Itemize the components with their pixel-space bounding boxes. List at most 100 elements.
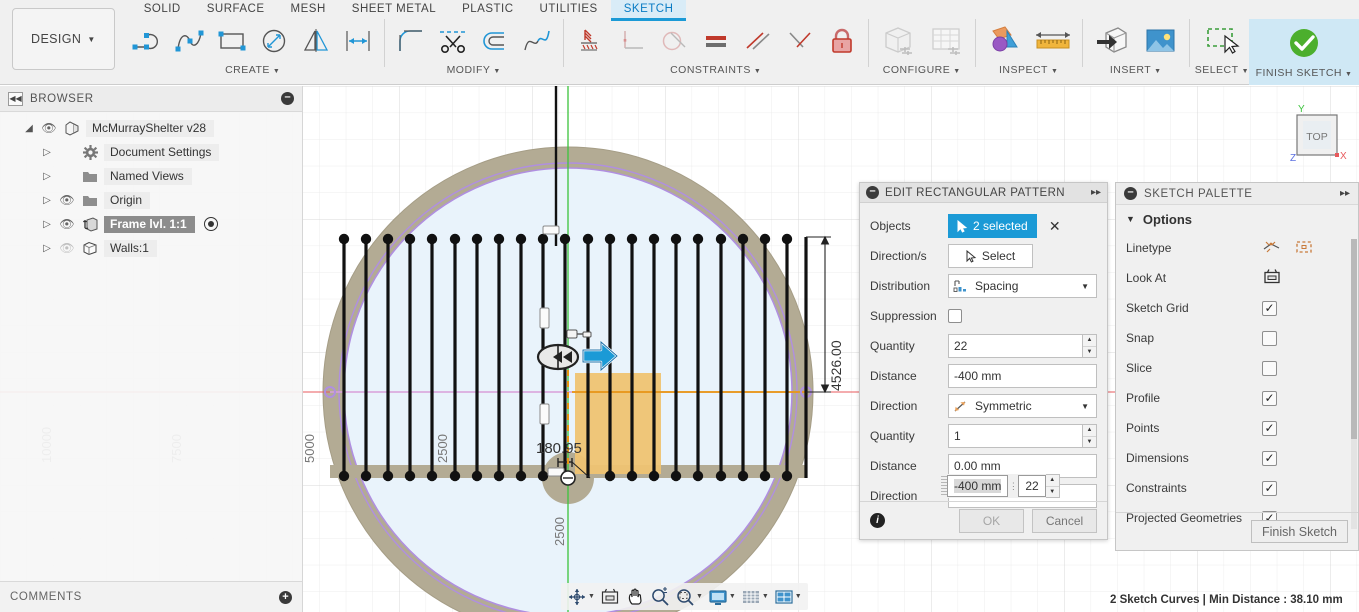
clear-objects-icon[interactable]: ✕ bbox=[1048, 218, 1062, 235]
suppression-checkbox[interactable] bbox=[948, 309, 962, 323]
tree-item-walls[interactable]: ▷ 👁 Walls:1 bbox=[0, 236, 302, 260]
double-chevron-right-icon[interactable]: ▸▸ bbox=[1340, 188, 1350, 199]
viewports-icon[interactable] bbox=[772, 585, 796, 609]
equal-icon[interactable] bbox=[695, 21, 737, 61]
trim-icon[interactable] bbox=[432, 21, 474, 61]
chevron-down-icon[interactable]: ▼ bbox=[1345, 71, 1352, 78]
palette-scrollbar[interactable] bbox=[1351, 239, 1357, 529]
points-checkbox[interactable] bbox=[1262, 420, 1277, 436]
zoom-icon[interactable] bbox=[648, 585, 672, 609]
insert-image-icon[interactable] bbox=[1136, 21, 1184, 61]
inline-distance-input[interactable]: -400 mm bbox=[947, 475, 1009, 497]
midpoint-icon[interactable] bbox=[779, 21, 821, 61]
section-analysis-icon[interactable] bbox=[981, 21, 1029, 61]
expander-collapsed-icon[interactable]: ▷ bbox=[40, 195, 54, 206]
chevron-down-icon[interactable]: ▼ bbox=[754, 68, 761, 75]
stepper-down-icon[interactable]: ▼ bbox=[1046, 487, 1059, 498]
break-curve-icon[interactable] bbox=[516, 21, 558, 61]
expander-collapsed-icon[interactable]: ▷ bbox=[40, 147, 54, 158]
stepper-down-icon[interactable]: ▼ bbox=[1083, 347, 1096, 358]
tree-item-origin[interactable]: ▷ 👁 Origin bbox=[0, 188, 302, 212]
slice-checkbox[interactable] bbox=[1262, 360, 1277, 376]
pan-icon[interactable] bbox=[623, 585, 647, 609]
snap-checkbox[interactable] bbox=[1262, 330, 1277, 346]
fix-constraint-icon[interactable] bbox=[569, 21, 611, 61]
minus-circle-icon[interactable]: – bbox=[281, 92, 294, 105]
chevron-down-icon[interactable]: ▼ bbox=[1081, 282, 1092, 291]
tab-utilities[interactable]: UTILITIES bbox=[527, 0, 611, 19]
distance1-input[interactable]: -400 mm bbox=[948, 364, 1097, 388]
offset-icon[interactable] bbox=[474, 21, 516, 61]
stepper-up-icon[interactable]: ▲ bbox=[1083, 425, 1096, 437]
distribution-dropdown[interactable]: Spacing ▼ bbox=[948, 274, 1097, 298]
chevron-down-icon[interactable]: ▼ bbox=[1051, 68, 1058, 75]
stepper-up-icon[interactable]: ▲ bbox=[1083, 335, 1096, 347]
expander-collapsed-icon[interactable]: ▷ bbox=[40, 219, 54, 230]
window-selection-icon[interactable] bbox=[1198, 21, 1246, 61]
finish-sketch-group[interactable]: FINISH SKETCH ▼ bbox=[1249, 19, 1359, 85]
stepper-down-icon[interactable]: ▼ bbox=[1083, 437, 1096, 448]
workspace-switcher[interactable]: DESIGN ▼ bbox=[12, 8, 115, 70]
quantity1-stepper[interactable]: ▲ ▼ bbox=[1083, 334, 1097, 358]
expander-collapsed-icon[interactable]: ▷ bbox=[40, 243, 54, 254]
direction-arrow-handle[interactable] bbox=[581, 340, 619, 372]
ok-button[interactable]: OK bbox=[959, 508, 1024, 533]
measure-icon[interactable] bbox=[1029, 21, 1077, 61]
look-at-icon[interactable] bbox=[598, 585, 622, 609]
fit-icon[interactable] bbox=[673, 585, 697, 609]
dimension-icon[interactable] bbox=[337, 21, 379, 61]
palette-section-options[interactable]: ▼ Options bbox=[1116, 205, 1358, 233]
eye-visible-icon[interactable]: 👁 bbox=[40, 121, 58, 135]
viewcube[interactable]: TOP Y X Z bbox=[1282, 103, 1352, 170]
tab-plastic[interactable]: PLASTIC bbox=[449, 0, 526, 19]
tab-solid[interactable]: SOLID bbox=[131, 0, 194, 19]
expander-expanded-icon[interactable]: ◢ bbox=[22, 123, 36, 134]
inline-quantity-input[interactable]: 22 bbox=[1018, 475, 1046, 497]
cancel-button[interactable]: Cancel bbox=[1032, 508, 1097, 533]
tree-item-mcmurrayshelter[interactable]: ◢ 👁 McMurrayShelter v28 bbox=[0, 116, 302, 140]
chevron-down-icon[interactable]: ▼ bbox=[696, 593, 703, 600]
quantity2-input[interactable]: 1 bbox=[948, 424, 1083, 448]
objects-select-button[interactable]: 2 selected bbox=[948, 214, 1037, 238]
minus-circle-icon[interactable]: – bbox=[1124, 187, 1137, 200]
orbit-icon[interactable] bbox=[565, 585, 589, 609]
stepper-up-icon[interactable]: ▲ bbox=[1045, 475, 1059, 487]
collapse-browser-icon[interactable]: ◀◀ bbox=[8, 91, 23, 106]
display-settings-icon[interactable] bbox=[706, 585, 730, 609]
tab-sheet-metal[interactable]: SHEET METAL bbox=[339, 0, 449, 19]
chevron-down-icon[interactable]: ▼ bbox=[953, 68, 960, 75]
expander-collapsed-icon[interactable]: ▷ bbox=[40, 171, 54, 182]
perpendicular-icon[interactable] bbox=[611, 21, 653, 61]
chevron-down-icon[interactable]: ▼ bbox=[1081, 402, 1092, 411]
constraints-checkbox[interactable] bbox=[1262, 480, 1277, 496]
linetype-centerline-icon[interactable] bbox=[1262, 239, 1282, 258]
quantity2-stepper[interactable]: ▲ ▼ bbox=[1083, 424, 1097, 448]
mirror-icon[interactable] bbox=[295, 21, 337, 61]
tangent-icon[interactable] bbox=[653, 21, 695, 61]
quantity1-input[interactable]: 22 bbox=[948, 334, 1083, 358]
tree-item-document-settings[interactable]: ▷ Document Settings bbox=[0, 140, 302, 164]
lock-icon[interactable] bbox=[821, 21, 863, 61]
spline-icon[interactable] bbox=[169, 21, 211, 61]
chevron-down-icon[interactable]: ▼ bbox=[1242, 68, 1249, 75]
info-icon[interactable]: i bbox=[870, 513, 885, 528]
parallel-icon[interactable] bbox=[737, 21, 779, 61]
look-at-icon[interactable] bbox=[1262, 268, 1282, 288]
comments-bar[interactable]: COMMENTS + bbox=[0, 581, 303, 612]
double-chevron-right-icon[interactable]: ▸▸ bbox=[1091, 187, 1101, 198]
rectangle-icon[interactable] bbox=[211, 21, 253, 61]
sketch-grid-checkbox[interactable] bbox=[1262, 300, 1277, 316]
tab-mesh[interactable]: MESH bbox=[278, 0, 339, 19]
inline-dimension-editor[interactable]: -400 mm ⋮ 22 ▲ ▼ bbox=[941, 474, 1060, 498]
directions-select-button[interactable]: Select bbox=[948, 244, 1033, 268]
insert-derive-icon[interactable] bbox=[1088, 21, 1136, 61]
fillet-icon[interactable] bbox=[390, 21, 432, 61]
dimensions-checkbox[interactable] bbox=[1262, 450, 1277, 466]
chevron-down-icon[interactable]: ▼ bbox=[273, 68, 280, 75]
plus-circle-icon[interactable]: + bbox=[279, 590, 292, 604]
eye-visible-icon[interactable]: 👁 bbox=[58, 217, 76, 231]
grid-settings-icon[interactable] bbox=[739, 585, 763, 609]
chevron-down-icon[interactable]: ▼ bbox=[762, 593, 769, 600]
tree-item-frame-lvl-1[interactable]: ▷ 👁 Frame lvl. 1:1 bbox=[0, 212, 302, 236]
pattern-manipulator[interactable] bbox=[536, 329, 592, 371]
